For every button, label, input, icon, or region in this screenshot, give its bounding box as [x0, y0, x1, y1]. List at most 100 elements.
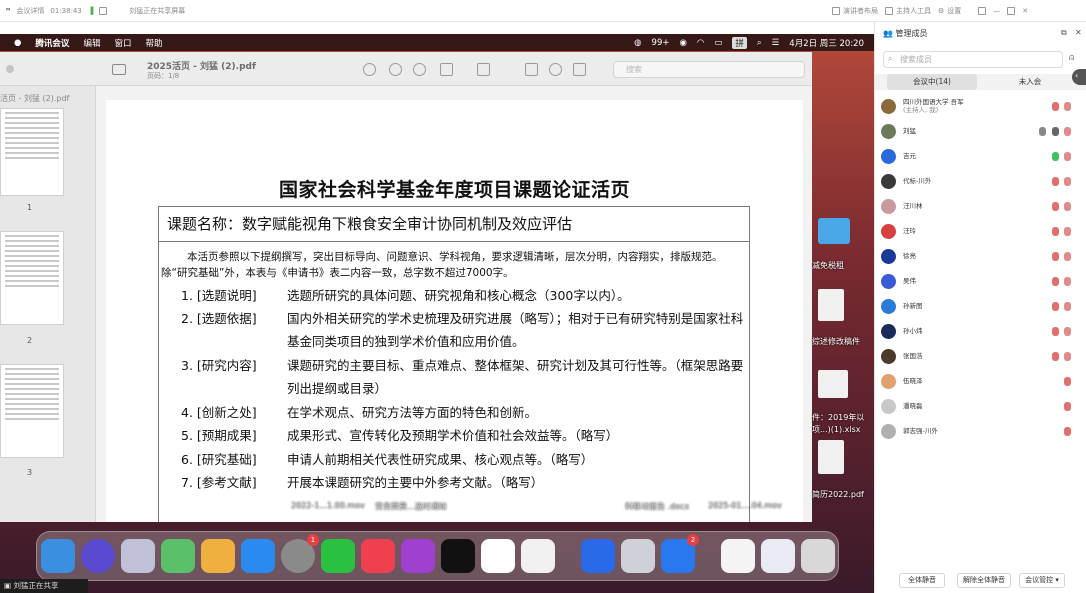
sharing-banner[interactable]: ▣ 刘猛正在共享	[0, 579, 88, 593]
search-icon[interactable]: ⌕	[757, 38, 762, 48]
menu-app[interactable]: 腾讯会议	[35, 37, 69, 49]
mic-muted-icon[interactable]	[1064, 427, 1071, 436]
page-thumbnail-3[interactable]	[0, 364, 64, 458]
tab-not-joined[interactable]: 未入会	[985, 74, 1075, 90]
camera-off-icon[interactable]	[1064, 177, 1071, 186]
sidebar-toggle-icon[interactable]	[112, 64, 126, 75]
wifi-icon[interactable]: ◠	[697, 38, 704, 48]
unmute-all-button[interactable]: 解除全体静音	[957, 573, 1011, 588]
camera-off-icon[interactable]	[1064, 152, 1071, 161]
share-icon[interactable]	[440, 63, 453, 76]
mic-muted-icon[interactable]	[1052, 327, 1059, 336]
preview-icon[interactable]	[621, 539, 655, 573]
menu-window[interactable]: 窗口	[114, 37, 131, 49]
rotate-icon[interactable]	[525, 63, 538, 76]
member-row[interactable]: 吉元	[881, 145, 1076, 167]
camera-off-icon[interactable]	[1064, 102, 1071, 111]
invite-icon[interactable]: ⍝	[1069, 53, 1074, 63]
recent-file-icon[interactable]	[721, 539, 755, 573]
member-row[interactable]: 刘猛	[881, 120, 1076, 142]
expand-icon[interactable]	[99, 6, 108, 15]
maximize-icon[interactable]	[1007, 6, 1016, 15]
member-row[interactable]: 潘晓磊	[881, 395, 1076, 417]
user-icon[interactable]: ◉	[680, 38, 687, 48]
mic-muted-icon[interactable]	[1052, 202, 1059, 211]
pdf-search-input[interactable]: 搜索	[613, 61, 805, 78]
menu-help[interactable]: 帮助	[145, 37, 162, 49]
finder-icon[interactable]	[41, 539, 75, 573]
mic-muted-icon[interactable]	[1052, 302, 1059, 311]
qq-icon[interactable]	[481, 539, 515, 573]
podcasts-icon[interactable]	[401, 539, 435, 573]
meeting-control-button[interactable]: 会议管控 ▾	[1019, 573, 1065, 588]
host-tools-button[interactable]: 主持人工具	[885, 6, 931, 16]
launchpad-icon[interactable]	[121, 539, 155, 573]
member-row[interactable]: 孙新图	[881, 295, 1076, 317]
camera-off-icon[interactable]	[1064, 202, 1071, 211]
mic-icon[interactable]	[1052, 127, 1059, 136]
page-thumbnail-1[interactable]	[0, 108, 64, 196]
music-icon[interactable]	[361, 539, 395, 573]
freeform-icon[interactable]	[521, 539, 555, 573]
feishu-icon[interactable]	[581, 539, 615, 573]
camera-off-icon[interactable]	[1064, 127, 1071, 136]
member-row[interactable]: 徐亮	[881, 245, 1076, 267]
member-row[interactable]: 代标-川外	[881, 170, 1076, 192]
camera-off-icon[interactable]	[1064, 277, 1071, 286]
settings-button[interactable]: ⚙ 设置	[938, 6, 961, 16]
mic-muted-icon[interactable]	[1052, 177, 1059, 186]
apple-tv-icon[interactable]	[441, 539, 475, 573]
member-row[interactable]: 汪川林	[881, 195, 1076, 217]
annotate-icon[interactable]	[549, 63, 562, 76]
spreadsheet-icon[interactable]	[818, 370, 848, 398]
page-thumbnail-2[interactable]	[0, 231, 64, 325]
mic-muted-icon[interactable]	[1052, 102, 1059, 111]
speaker-layout-button[interactable]: 演讲者布局	[832, 6, 878, 16]
mic-muted-icon[interactable]	[1052, 352, 1059, 361]
member-row[interactable]: 汪玲	[881, 220, 1076, 242]
camera-off-icon[interactable]	[1064, 227, 1071, 236]
camera-off-icon[interactable]	[1064, 352, 1071, 361]
pdf-file-icon[interactable]	[818, 440, 844, 474]
popout-icon[interactable]: ⧉	[1061, 28, 1067, 38]
mic-muted-icon[interactable]	[1052, 227, 1059, 236]
window-fit-icon[interactable]	[978, 6, 987, 15]
app-store-icon[interactable]	[241, 539, 275, 573]
trash-icon[interactable]	[801, 539, 835, 573]
control-center-icon[interactable]: ☰	[772, 38, 780, 48]
camera-off-icon[interactable]	[1064, 302, 1071, 311]
member-row[interactable]: 孙小炜	[881, 320, 1076, 342]
markup-icon[interactable]	[477, 63, 490, 76]
panel-close-icon[interactable]: ✕	[1075, 28, 1082, 37]
siri-icon[interactable]	[81, 539, 115, 573]
member-row[interactable]: 四川外国语大学 吾军 (主持人, 我)	[881, 95, 1076, 117]
member-search-input[interactable]: 搜索成员	[883, 51, 1063, 68]
menu-edit[interactable]: 编辑	[83, 37, 100, 49]
mic-muted-icon[interactable]	[1052, 277, 1059, 286]
document-icon[interactable]	[818, 289, 844, 321]
info-icon[interactable]	[363, 63, 376, 76]
collapse-panel-button[interactable]: ‹	[1072, 69, 1086, 85]
wechat-icon[interactable]	[321, 539, 355, 573]
form-icon[interactable]	[573, 63, 586, 76]
maps-icon[interactable]	[161, 539, 195, 573]
mic-muted-icon[interactable]	[1052, 252, 1059, 261]
minimize-icon[interactable]: —	[993, 7, 1000, 15]
mic-muted-icon[interactable]	[1064, 377, 1071, 386]
mic-active-icon[interactable]	[1052, 152, 1059, 161]
apple-icon[interactable]: ●	[14, 38, 21, 48]
ime-indicator[interactable]: 拼	[732, 36, 747, 49]
photos-icon[interactable]	[201, 539, 235, 573]
wechat-status-icon[interactable]: ◍	[634, 38, 641, 48]
member-row[interactable]: 郭志强-川外	[881, 420, 1076, 442]
close-icon[interactable]: ✕	[1022, 7, 1028, 15]
camera-off-icon[interactable]	[1064, 327, 1071, 336]
folder-icon[interactable]	[818, 218, 850, 244]
member-row[interactable]: 伍晓泽	[881, 370, 1076, 392]
mute-all-button[interactable]: 全体静音	[899, 573, 945, 588]
member-row[interactable]: 张国浩	[881, 345, 1076, 367]
battery-icon[interactable]: ▭	[714, 38, 722, 48]
mic-muted-icon[interactable]	[1064, 402, 1071, 411]
member-row[interactable]: 吴伟	[881, 270, 1076, 292]
zoom-out-icon[interactable]	[389, 63, 402, 76]
